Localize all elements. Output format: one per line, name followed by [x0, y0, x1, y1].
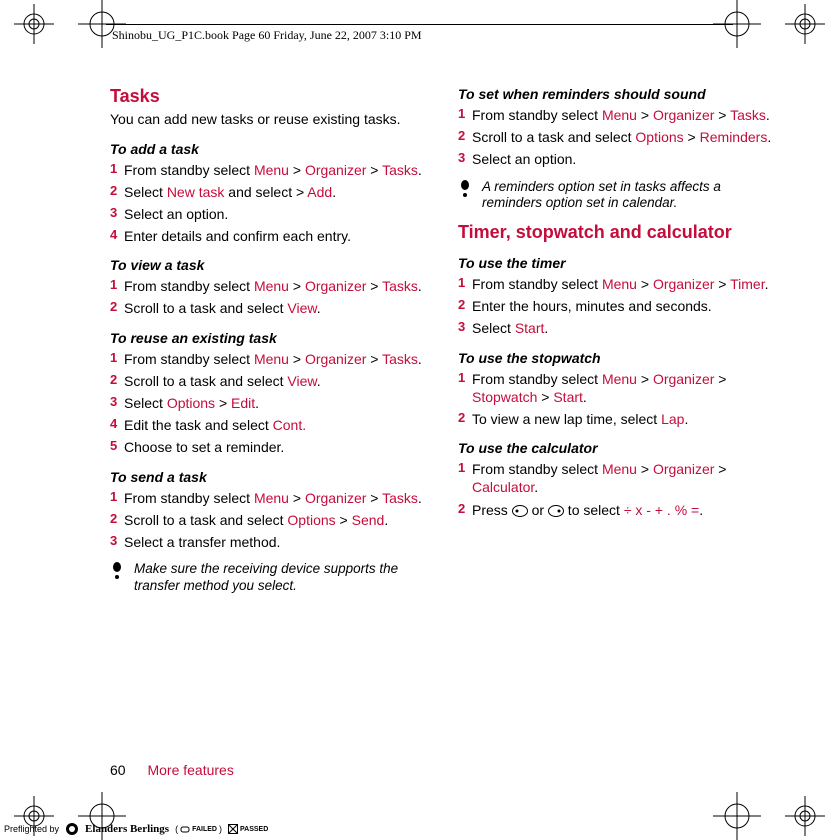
view-task-title: To view a task: [110, 257, 434, 273]
use-timer-steps: 1From standby select Menu > Organizer > …: [458, 275, 782, 338]
crosshair-icon: [713, 792, 761, 840]
tasks-heading: Tasks: [110, 86, 434, 107]
registration-mark-icon: [14, 4, 54, 44]
preflight-label: Preflighted by: [4, 824, 59, 834]
timer-heading: Timer, stopwatch and calculator: [458, 222, 782, 243]
preflight-stamp: Preflighted by Elanders Berlings ( FAILE…: [4, 822, 268, 836]
brand-logo-icon: [65, 822, 79, 836]
left-column: Tasks You can add new tasks or reuse exi…: [110, 86, 434, 605]
send-task-title: To send a task: [110, 469, 434, 485]
use-calculator-steps: 1From standby select Menu > Organizer > …: [458, 460, 782, 519]
reminders-steps: 1From standby select Menu > Organizer > …: [458, 106, 782, 169]
tasks-intro: You can add new tasks or reuse existing …: [110, 111, 434, 129]
brand-name: Elanders Berlings: [85, 823, 169, 835]
info-icon: [110, 561, 124, 581]
crosshair-icon: [713, 0, 761, 48]
page-number: 60: [110, 762, 126, 778]
registration-mark-icon: [785, 796, 825, 836]
nav-left-key-icon: [512, 505, 528, 517]
crop-marks-top: Shinobu_UG_P1C.book Page 60 Friday, June…: [0, 0, 839, 48]
passed-badge: PASSED: [228, 824, 268, 834]
reuse-task-steps: 1From standby select Menu > Organizer > …: [110, 350, 434, 457]
view-task-steps: 1From standby select Menu > Organizer > …: [110, 277, 434, 317]
reminders-note-text: A reminders option set in tasks affects …: [482, 179, 782, 213]
registration-mark-icon: [785, 4, 825, 44]
info-icon: [458, 179, 472, 199]
transfer-note-text: Make sure the receiving device supports …: [134, 561, 434, 595]
use-stopwatch-title: To use the stopwatch: [458, 350, 782, 366]
reuse-task-title: To reuse an existing task: [110, 330, 434, 346]
send-task-steps: 1From standby select Menu > Organizer > …: [110, 489, 434, 552]
page-header-text: Shinobu_UG_P1C.book Page 60 Friday, June…: [112, 28, 422, 43]
use-calculator-title: To use the calculator: [458, 440, 782, 456]
nav-right-key-icon: [548, 505, 564, 517]
page-footer: 60 More features: [110, 762, 234, 778]
footer-title: More features: [147, 762, 233, 778]
right-column: To set when reminders should sound 1From…: [458, 86, 782, 605]
use-timer-title: To use the timer: [458, 255, 782, 271]
reminders-title: To set when reminders should sound: [458, 86, 782, 102]
page-content: Tasks You can add new tasks or reuse exi…: [110, 86, 782, 605]
add-task-steps: 1From standby select Menu > Organizer > …: [110, 161, 434, 246]
transfer-note: Make sure the receiving device supports …: [110, 561, 434, 595]
use-stopwatch-steps: 1From standby select Menu > Organizer > …: [458, 370, 782, 429]
failed-badge: ( FAILED ): [175, 824, 222, 834]
reminders-note: A reminders option set in tasks affects …: [458, 179, 782, 213]
add-task-title: To add a task: [110, 141, 434, 157]
